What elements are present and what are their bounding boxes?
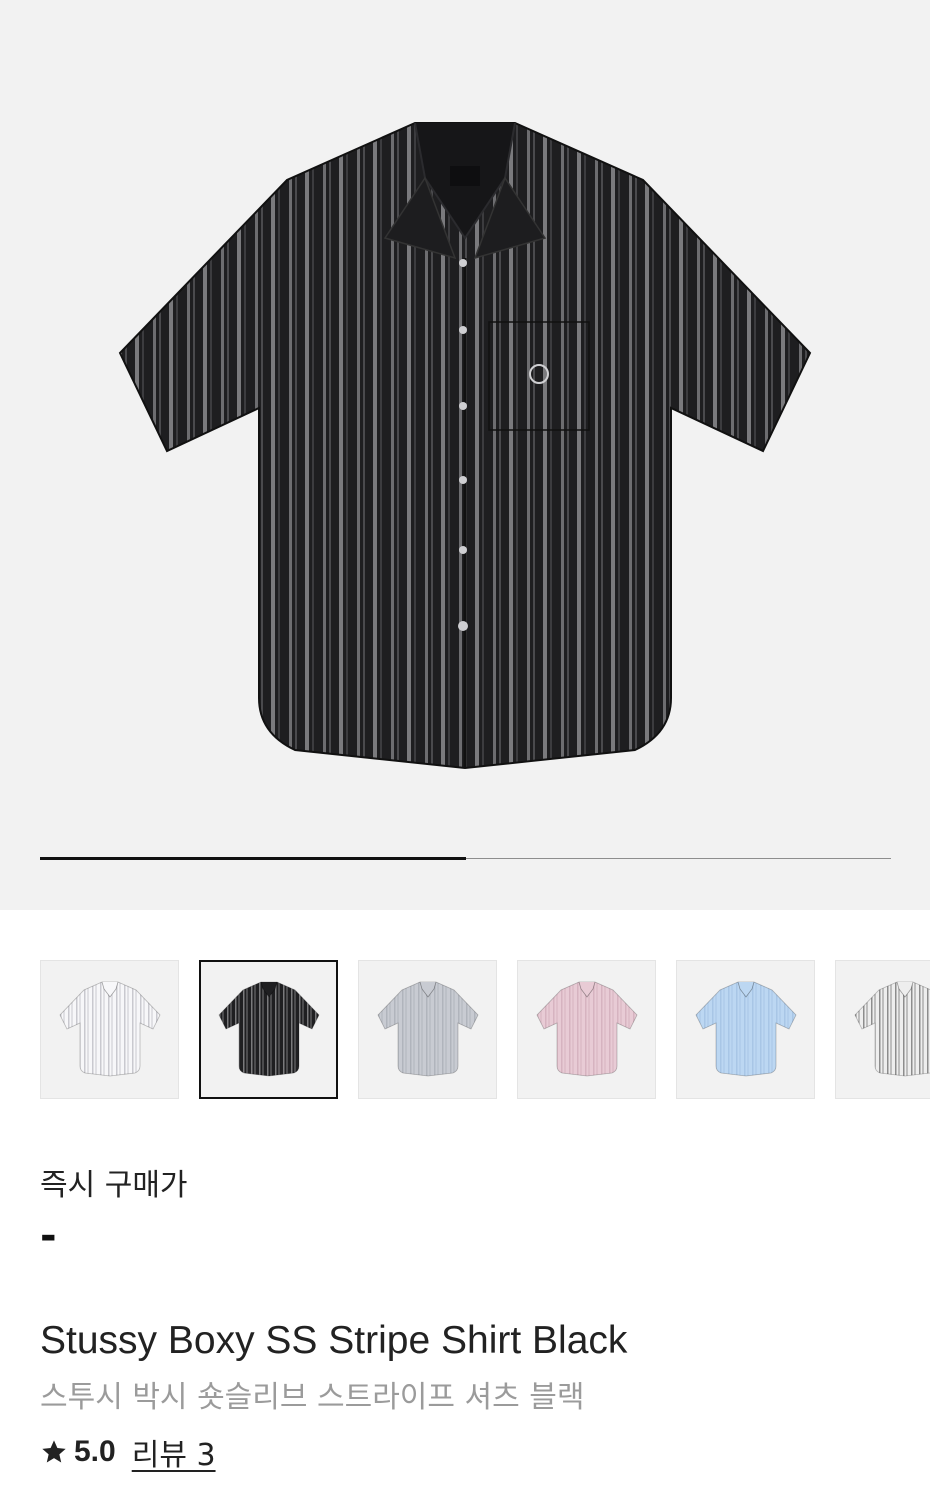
thumbnail-grey[interactable] (358, 960, 497, 1099)
main-product-image (118, 122, 812, 770)
thumbnail-pink[interactable] (517, 960, 656, 1099)
thumbnail-shirt-image (854, 981, 930, 1076)
gallery-progress (40, 857, 891, 860)
product-title-en: Stussy Boxy SS Stripe Shirt Black (40, 1319, 628, 1362)
thumbnail-shirt-image (536, 981, 637, 1076)
rating-row: 5.0 리뷰 3 (40, 1430, 216, 1474)
thumbnail-black[interactable] (199, 960, 338, 1099)
instant-price-value: - (40, 1213, 57, 1259)
product-title-ko: 스투시 박시 숏슬리브 스트라이프 셔츠 블랙 (40, 1380, 585, 1415)
progress-fill (40, 857, 466, 860)
color-thumbnails (40, 960, 930, 1100)
rating-score: 5.0 (74, 1435, 116, 1468)
product-image-area[interactable] (0, 0, 930, 910)
thumbnail-white[interactable] (40, 960, 179, 1099)
thumbnail-shirt-image (218, 981, 319, 1076)
thumbnail-blue[interactable] (676, 960, 815, 1099)
reviews-link[interactable]: 리뷰 3 (132, 1430, 216, 1474)
thumbnail-shirt-image (695, 981, 796, 1076)
thumbnail-shirt-image (377, 981, 478, 1076)
instant-price-label: 즉시 구매가 (40, 1168, 188, 1203)
thumbnail-shirt-image (59, 981, 160, 1076)
star-icon (42, 1440, 66, 1463)
thumbnail-white-black[interactable] (835, 960, 930, 1099)
